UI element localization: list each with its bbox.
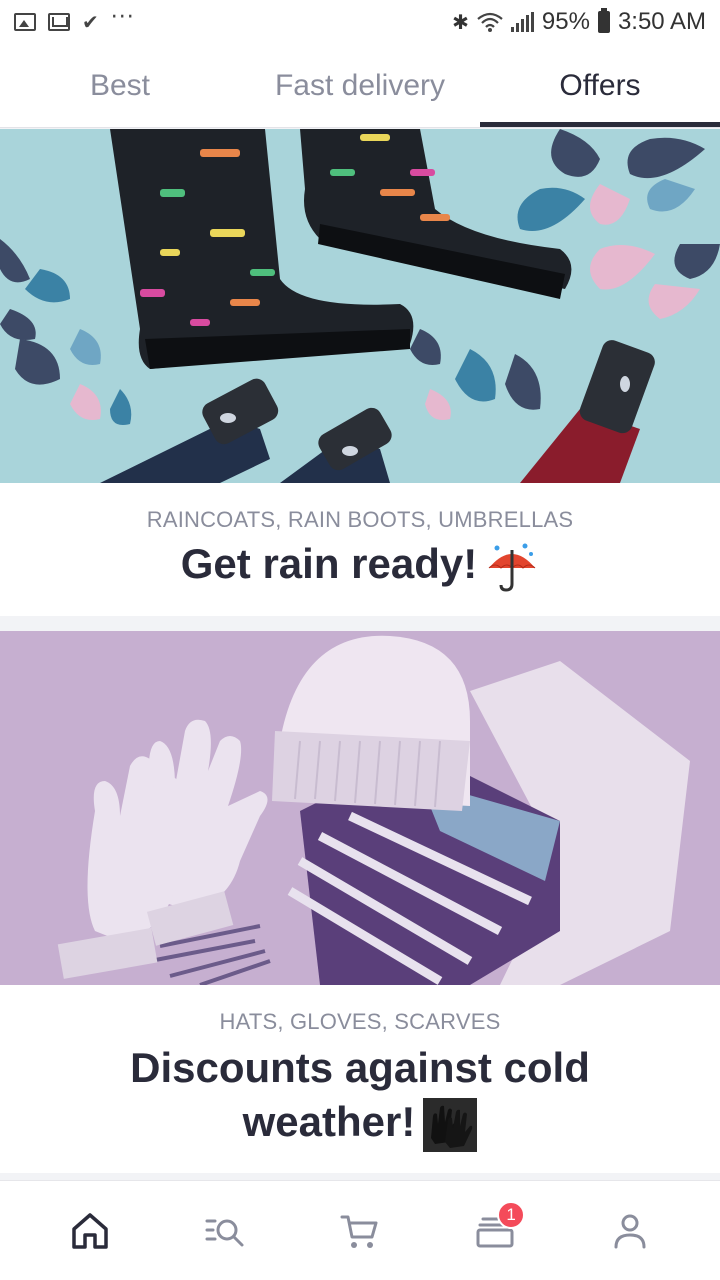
battery-percent: 95% xyxy=(541,8,590,35)
tab-best[interactable]: Best xyxy=(0,44,240,127)
bluetooth-icon: ✱ xyxy=(452,10,469,34)
search-icon xyxy=(205,1219,244,1246)
battery-icon xyxy=(597,8,610,33)
hat-gloves-scarf-image xyxy=(0,631,720,985)
check-icon: ✔ xyxy=(82,10,99,34)
tab-offers[interactable]: Offers xyxy=(480,44,720,127)
offer-title: Discounts against cold weather! xyxy=(130,1044,590,1145)
gallery-icon xyxy=(14,13,36,31)
orders-badge: 1 xyxy=(497,1200,526,1229)
signal-icon xyxy=(510,12,534,32)
rain-boots-umbrellas-image xyxy=(0,129,720,483)
offer-category: HATS, GLOVES, SCARVES xyxy=(219,1009,501,1034)
offer-card-rain[interactable]: RAINCOATS, RAIN BOOTS, UMBRELLAS Get rai… xyxy=(0,129,720,616)
umbrella-icon xyxy=(488,543,536,592)
status-bar: ✔ ··· ✱ 95% 3:50 AM xyxy=(0,0,720,44)
nav-orders[interactable]: 1 xyxy=(465,1200,526,1261)
tab-fast-delivery[interactable]: Fast delivery xyxy=(240,44,480,127)
offer-title: Get rain ready! xyxy=(180,540,478,587)
more-icon: ··· xyxy=(110,5,135,30)
nav-cart[interactable] xyxy=(330,1201,390,1261)
home-icon xyxy=(71,1212,108,1249)
nav-search[interactable] xyxy=(195,1201,255,1261)
clock: 3:50 AM xyxy=(617,8,706,35)
profile-icon xyxy=(614,1214,646,1248)
offer-category: RAINCOATS, RAIN BOOTS, UMBRELLAS xyxy=(146,507,574,532)
gmail-icon xyxy=(48,13,70,31)
bottom-nav: 1 xyxy=(0,1180,720,1280)
offer-card-winter[interactable]: HATS, GLOVES, SCARVES Discounts against … xyxy=(0,631,720,1173)
wifi-icon xyxy=(477,12,503,32)
cart-icon xyxy=(340,1215,378,1248)
app-root: ✔ ··· ✱ 95% 3:50 AM Best Fast delivery O… xyxy=(0,0,720,1280)
gloves-icon xyxy=(423,1097,478,1152)
nav-home[interactable] xyxy=(60,1201,120,1261)
tab-bar: Best Fast delivery Offers xyxy=(0,44,720,128)
nav-profile[interactable] xyxy=(600,1201,660,1261)
